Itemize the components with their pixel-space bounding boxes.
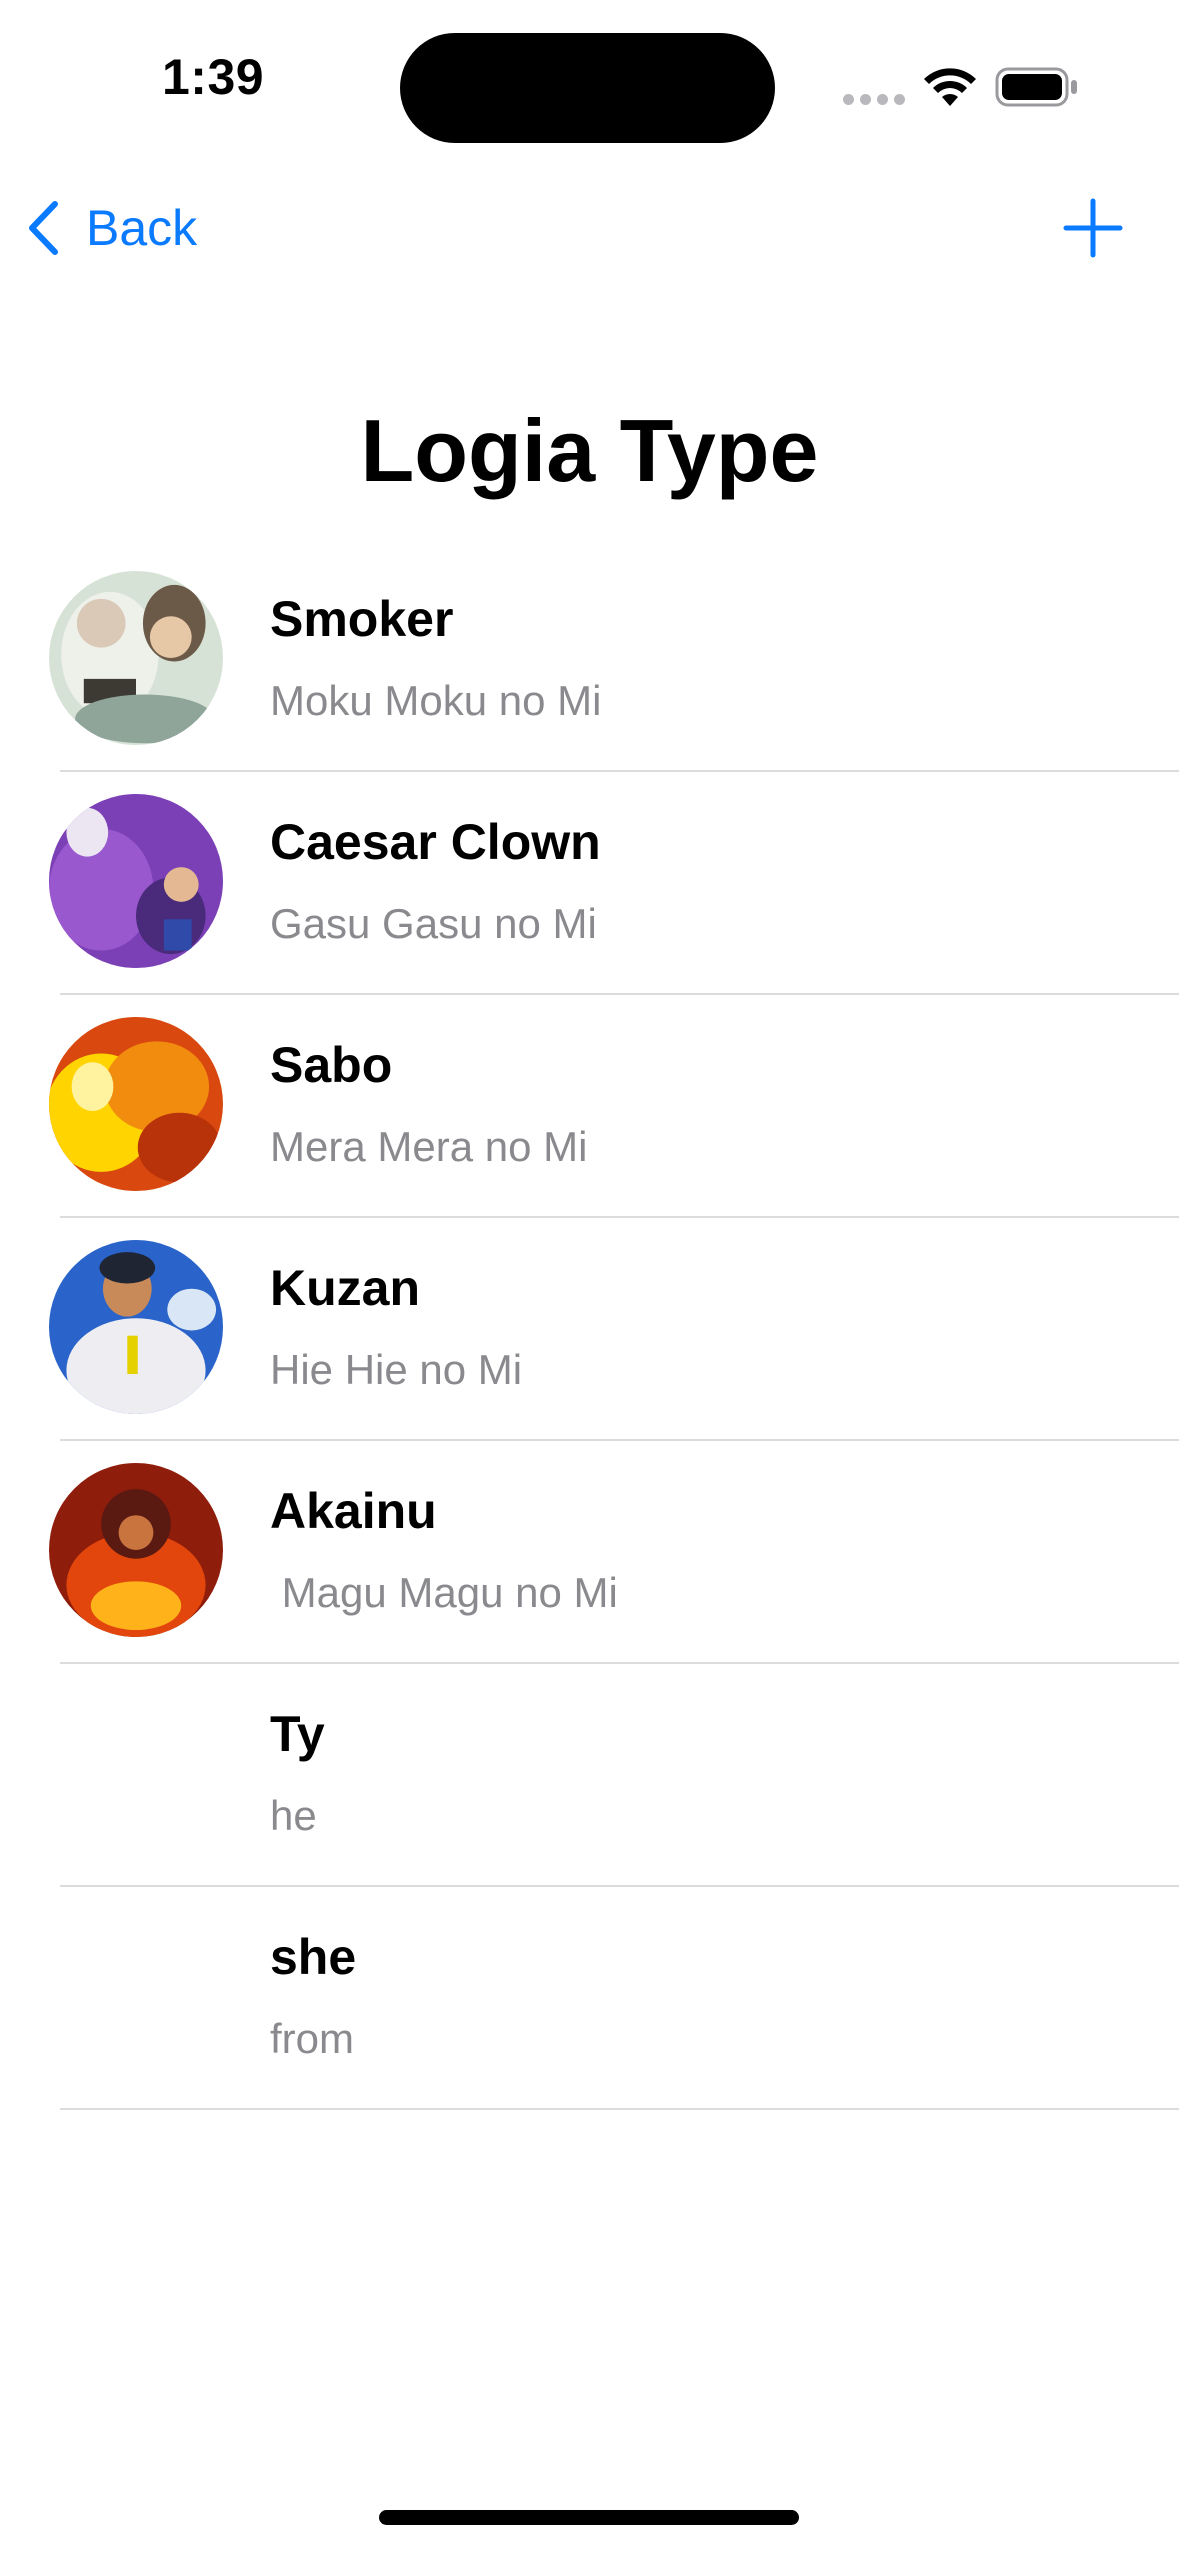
page-title: Logia Type [360, 401, 819, 500]
avatar [49, 1240, 223, 1414]
wifi-icon [924, 68, 976, 106]
status-time: 1:39 [162, 49, 265, 105]
item-name: she [270, 1929, 357, 1985]
dynamic-island [400, 33, 775, 143]
avatar [49, 1017, 223, 1191]
list-item[interactable]: Caesar Clown Gasu Gasu no Mi [0, 772, 1179, 995]
item-name: Sabo [270, 1037, 393, 1093]
item-fruit: Gasu Gasu no Mi [270, 900, 597, 947]
item-fruit: Hie Hie no Mi [270, 1346, 523, 1393]
chevron-left-icon [29, 201, 58, 255]
item-name: Akainu [270, 1483, 437, 1539]
list-item[interactable]: Ty he [0, 1664, 1179, 1887]
item-fruit: Mera Mera no Mi [270, 1123, 588, 1170]
item-fruit: from [270, 2015, 354, 2062]
list-item[interactable]: Akainu Magu Magu no Mi [0, 1441, 1179, 1664]
back-button[interactable]: Back [24, 195, 197, 261]
item-name: Kuzan [270, 1260, 420, 1316]
item-fruit: Moku Moku no Mi [270, 677, 602, 724]
item-name: Caesar Clown [270, 814, 601, 870]
list-item[interactable]: Kuzan Hie Hie no Mi [0, 1218, 1179, 1441]
battery-icon [995, 67, 1077, 107]
back-button-label: Back [86, 200, 198, 256]
item-name: Smoker [270, 591, 454, 647]
signal-dots-icon [843, 94, 905, 106]
list-item[interactable]: Sabo Mera Mera no Mi [0, 995, 1179, 1218]
home-indicator[interactable] [379, 2510, 799, 2525]
avatar [49, 1463, 223, 1637]
item-fruit: he [270, 1792, 317, 1839]
item-fruit: Magu Magu no Mi [270, 1569, 618, 1616]
devil-fruit-list: Smoker Moku Moku no Mi Caesar Clown Gasu… [0, 549, 1179, 2110]
list-item[interactable]: Smoker Moku Moku no Mi [0, 549, 1179, 772]
avatar [49, 794, 223, 968]
item-name: Ty [270, 1706, 325, 1762]
list-item[interactable]: she from [0, 1887, 1179, 2110]
avatar [49, 571, 223, 745]
plus-icon[interactable] [1062, 197, 1124, 259]
